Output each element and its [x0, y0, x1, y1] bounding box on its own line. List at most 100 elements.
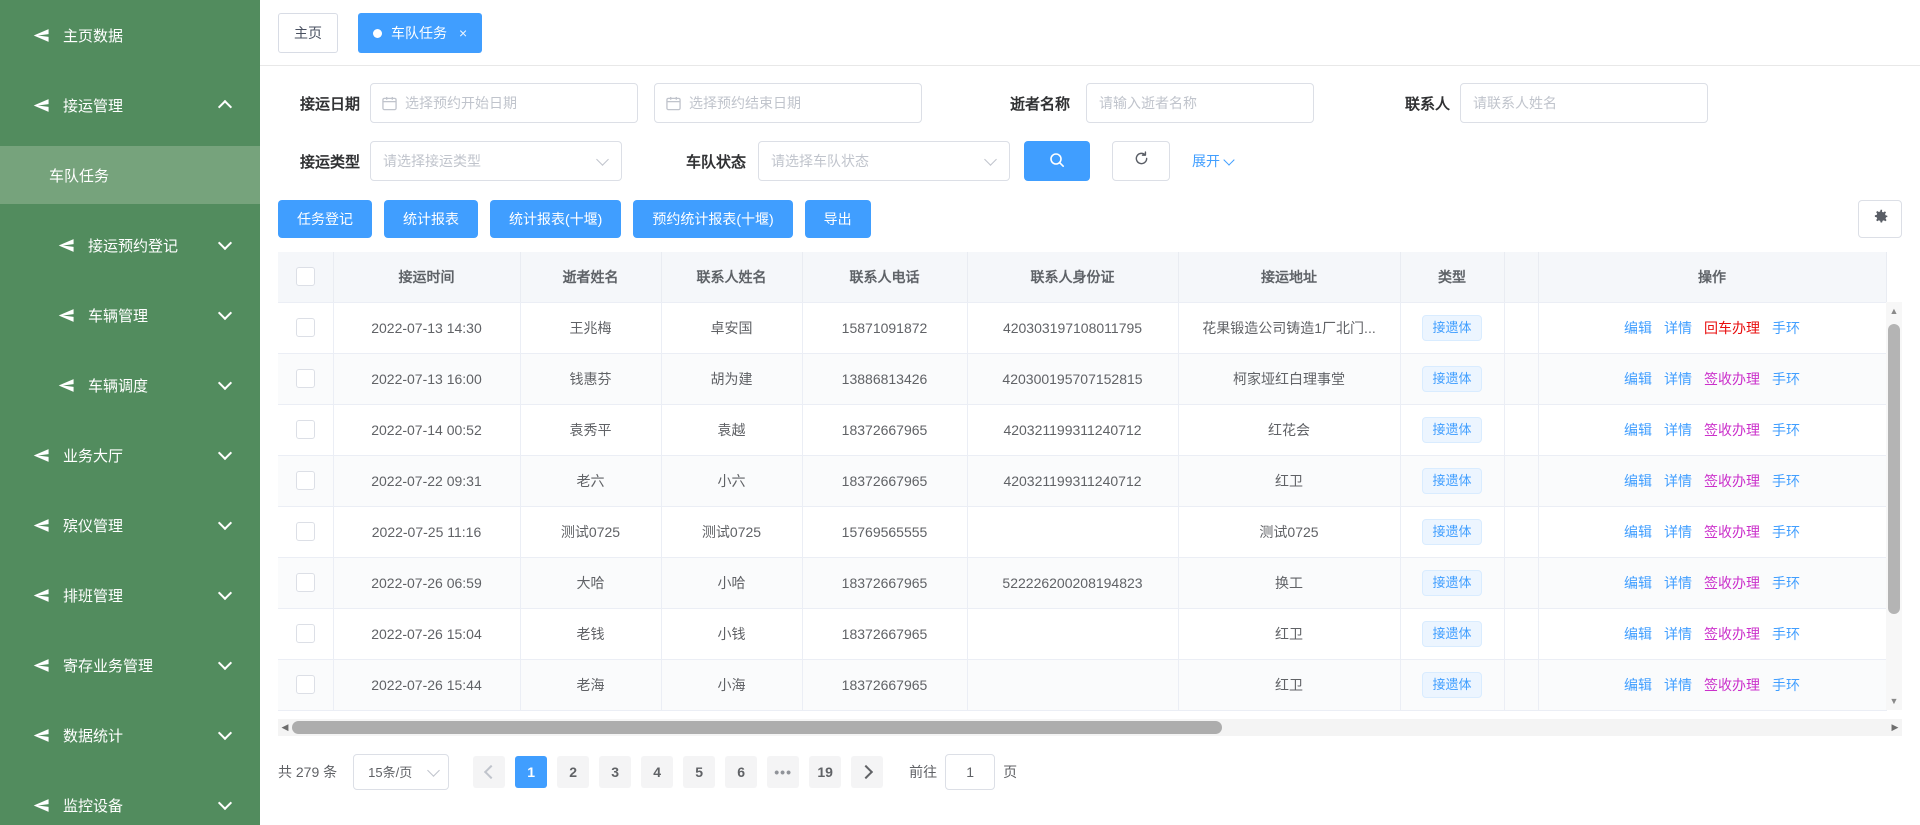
- vertical-scrollbar[interactable]: ▲ ▼: [1886, 302, 1902, 710]
- wristband-link[interactable]: 手环: [1772, 422, 1800, 438]
- horizontal-scrollbar[interactable]: ◀ ▶: [278, 719, 1902, 736]
- row-checkbox[interactable]: [296, 675, 315, 694]
- row-checkbox[interactable]: [296, 471, 315, 490]
- sidebar-item-transport-booking-register[interactable]: 接运预约登记: [0, 210, 260, 280]
- wristband-link[interactable]: 手环: [1772, 626, 1800, 642]
- expand-toggle[interactable]: 展开: [1192, 151, 1233, 171]
- wristband-link[interactable]: 手环: [1772, 473, 1800, 489]
- sidebar-item-monitoring-devices[interactable]: 监控设备: [0, 770, 260, 825]
- edit-link[interactable]: 编辑: [1624, 371, 1652, 387]
- sidebar-item-business-hall[interactable]: 业务大厅: [0, 420, 260, 490]
- sign-receive-process-link[interactable]: 签收办理: [1704, 422, 1760, 438]
- edit-link[interactable]: 编辑: [1624, 320, 1652, 336]
- row-checkbox[interactable]: [296, 369, 315, 388]
- wristband-link[interactable]: 手环: [1772, 371, 1800, 387]
- page-button-4[interactable]: 4: [641, 756, 673, 788]
- date-end-input[interactable]: [681, 95, 921, 111]
- date-start-input[interactable]: [397, 95, 637, 111]
- page-button-1[interactable]: 1: [515, 756, 547, 788]
- edit-link[interactable]: 编辑: [1624, 677, 1652, 693]
- edit-link[interactable]: 编辑: [1624, 422, 1652, 438]
- sign-receive-process-link[interactable]: 签收办理: [1704, 524, 1760, 540]
- sign-receive-process-link[interactable]: 签收办理: [1704, 473, 1760, 489]
- edit-link[interactable]: 编辑: [1624, 473, 1652, 489]
- sign-receive-process-link[interactable]: 签收办理: [1704, 677, 1760, 693]
- page-button-6[interactable]: 6: [725, 756, 757, 788]
- booking-stats-report-shiyan-button[interactable]: 预约统计报表(十堰): [633, 200, 792, 238]
- tab-home[interactable]: 主页: [278, 13, 338, 53]
- column-settings-button[interactable]: [1858, 200, 1902, 238]
- row-checkbox[interactable]: [296, 624, 315, 643]
- task-register-button[interactable]: 任务登记: [278, 200, 372, 238]
- select-all-checkbox[interactable]: [296, 267, 315, 286]
- more-pages-button[interactable]: •••: [767, 756, 799, 788]
- stats-report-button[interactable]: 统计报表: [384, 200, 478, 238]
- row-checkbox[interactable]: [296, 522, 315, 541]
- refresh-button[interactable]: [1112, 141, 1170, 181]
- scroll-up-icon[interactable]: ▲: [1886, 306, 1902, 316]
- row-checkbox[interactable]: [296, 573, 315, 592]
- detail-link[interactable]: 详情: [1664, 320, 1692, 336]
- cell-gap: [1504, 608, 1538, 659]
- deceased-name-input[interactable]: [1087, 95, 1313, 111]
- sidebar-item-vehicle-management[interactable]: 车辆管理: [0, 280, 260, 350]
- transport-type-select[interactable]: [370, 141, 622, 181]
- sidebar-item-data-statistics[interactable]: 数据统计: [0, 700, 260, 770]
- page-size-select[interactable]: 15条/页: [353, 754, 449, 790]
- stats-report-shiyan-button[interactable]: 统计报表(十堰): [490, 200, 621, 238]
- fleet-status-select-value[interactable]: [759, 153, 986, 169]
- sign-receive-process-link[interactable]: 签收办理: [1704, 371, 1760, 387]
- detail-link[interactable]: 详情: [1664, 422, 1692, 438]
- sign-receive-process-link[interactable]: 签收办理: [1704, 626, 1760, 642]
- sidebar-item-storage-business-management[interactable]: 寄存业务管理: [0, 630, 260, 700]
- edit-link[interactable]: 编辑: [1624, 575, 1652, 591]
- transport-type-select-value[interactable]: [371, 153, 598, 169]
- toolbar: 任务登记统计报表统计报表(十堰) 预约统计报表(十堰) 导出: [260, 190, 1920, 252]
- tab-fleet-tasks[interactable]: 车队任务 ×: [358, 13, 482, 53]
- detail-link[interactable]: 详情: [1664, 524, 1692, 540]
- edit-link[interactable]: 编辑: [1624, 626, 1652, 642]
- column-header-idcard: 联系人身份证: [967, 252, 1178, 302]
- export-button[interactable]: 导出: [805, 200, 871, 238]
- detail-link[interactable]: 详情: [1664, 473, 1692, 489]
- fleet-status-select[interactable]: [758, 141, 1010, 181]
- return-car-process-link[interactable]: 回车办理: [1704, 320, 1760, 336]
- prev-page-button[interactable]: [473, 756, 505, 788]
- page-button-19[interactable]: 19: [809, 756, 841, 788]
- sidebar-item-home-data[interactable]: 主页数据: [0, 0, 260, 70]
- sign-receive-process-link[interactable]: 签收办理: [1704, 575, 1760, 591]
- wristband-link[interactable]: 手环: [1772, 575, 1800, 591]
- wristband-link[interactable]: 手环: [1772, 677, 1800, 693]
- table-row: 2022-07-26 06:59大哈小哈18372667965522226200…: [278, 557, 1886, 608]
- vertical-scroll-thumb[interactable]: [1888, 324, 1900, 614]
- sidebar-item-fleet-tasks[interactable]: 车队任务: [0, 146, 260, 204]
- horizontal-scroll-thumb[interactable]: [292, 721, 1222, 734]
- sidebar-item-funeral-management[interactable]: 殡仪管理: [0, 490, 260, 560]
- search-button[interactable]: [1024, 141, 1090, 181]
- row-checkbox[interactable]: [296, 420, 315, 439]
- page-button-3[interactable]: 3: [599, 756, 631, 788]
- detail-link[interactable]: 详情: [1664, 626, 1692, 642]
- page-button-5[interactable]: 5: [683, 756, 715, 788]
- scroll-down-icon[interactable]: ▼: [1886, 696, 1902, 706]
- detail-link[interactable]: 详情: [1664, 677, 1692, 693]
- row-checkbox[interactable]: [296, 318, 315, 337]
- detail-link[interactable]: 详情: [1664, 575, 1692, 591]
- tab-close-icon[interactable]: ×: [459, 25, 467, 41]
- sidebar-item-shift-management[interactable]: 排班管理: [0, 560, 260, 630]
- wristband-link[interactable]: 手环: [1772, 320, 1800, 336]
- sidebar-item-transport-management[interactable]: 接运管理: [0, 70, 260, 140]
- sidebar-item-vehicle-dispatch[interactable]: 车辆调度: [0, 350, 260, 420]
- detail-link[interactable]: 详情: [1664, 371, 1692, 387]
- wristband-link[interactable]: 手环: [1772, 524, 1800, 540]
- scroll-left-icon[interactable]: ◀: [278, 719, 292, 736]
- contact-input[interactable]: [1461, 95, 1707, 111]
- page-button-2[interactable]: 2: [557, 756, 589, 788]
- edit-link[interactable]: 编辑: [1624, 524, 1652, 540]
- goto-page-input[interactable]: [945, 754, 995, 790]
- cell-idcard: 420321199311240712: [967, 404, 1178, 455]
- next-page-button[interactable]: [851, 756, 883, 788]
- chevron-down-icon: [427, 764, 440, 777]
- scroll-right-icon[interactable]: ▶: [1888, 719, 1902, 736]
- cell-check: [278, 353, 333, 404]
